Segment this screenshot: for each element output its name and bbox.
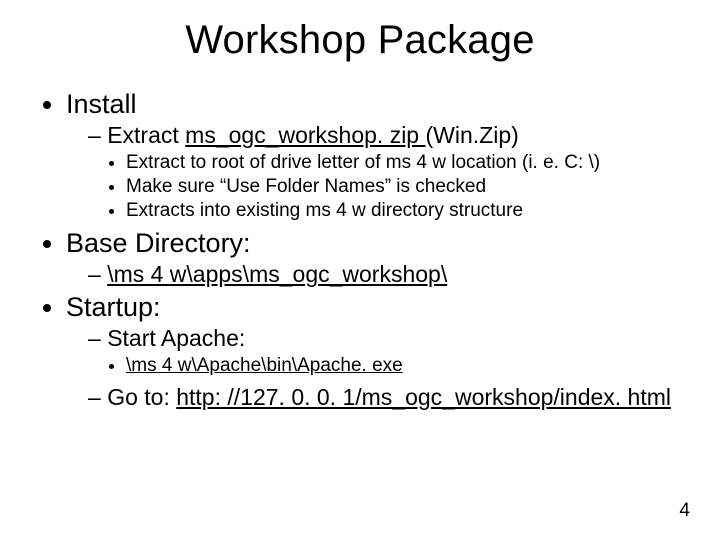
extract-note-existing: Extracts into existing ms 4 w directory … (126, 199, 682, 223)
bullet-basedir: Base Directory: \ms 4 w\apps\ms_ogc_work… (66, 228, 682, 288)
bullet-install: Install Extract ms_ogc_workshop. zip (Wi… (66, 89, 682, 222)
basedir-label: Base Directory: (66, 228, 251, 258)
startup-label: Startup: (66, 292, 161, 322)
extract-note-root: Extract to root of drive letter of ms 4 … (126, 151, 682, 175)
goto-item: Go to: http: //127. 0. 0. 1/ms_ogc_works… (88, 384, 682, 411)
goto-prefix: Go to: (107, 384, 176, 410)
extract-note-folder-names: Make sure “Use Folder Names” is checked (126, 175, 682, 199)
extract-suffix: (Win.Zip) (426, 122, 519, 148)
start-apache-label: Start Apache: (107, 325, 245, 351)
bullet-install-label: Install (66, 89, 137, 119)
bullet-startup: Startup: Start Apache: \ms 4 w\Apache\bi… (66, 292, 682, 411)
apache-exe-item: \ms 4 w\Apache\bin\Apache. exe (126, 354, 682, 378)
basedir-path-link[interactable]: \ms 4 w\apps\ms_ogc_workshop\ (107, 261, 447, 287)
apache-exe-link[interactable]: \ms 4 w\Apache\bin\Apache. exe (126, 355, 403, 376)
start-apache: Start Apache: \ms 4 w\Apache\bin\Apache.… (88, 325, 682, 378)
slide: Workshop Package Install Extract ms_ogc_… (0, 0, 720, 540)
goto-url-link[interactable]: http: //127. 0. 0. 1/ms_ogc_workshop/ind… (176, 384, 671, 410)
slide-title: Workshop Package (38, 18, 682, 63)
extract-prefix: Extract (107, 122, 185, 148)
extract-file-link[interactable]: ms_ogc_workshop. zip (185, 122, 425, 148)
bullet-extract: Extract ms_ogc_workshop. zip (Win.Zip) E… (88, 122, 682, 222)
basedir-path-item: \ms 4 w\apps\ms_ogc_workshop\ (88, 261, 682, 288)
bullet-list: Install Extract ms_ogc_workshop. zip (Wi… (38, 89, 682, 411)
page-number: 4 (679, 500, 690, 522)
